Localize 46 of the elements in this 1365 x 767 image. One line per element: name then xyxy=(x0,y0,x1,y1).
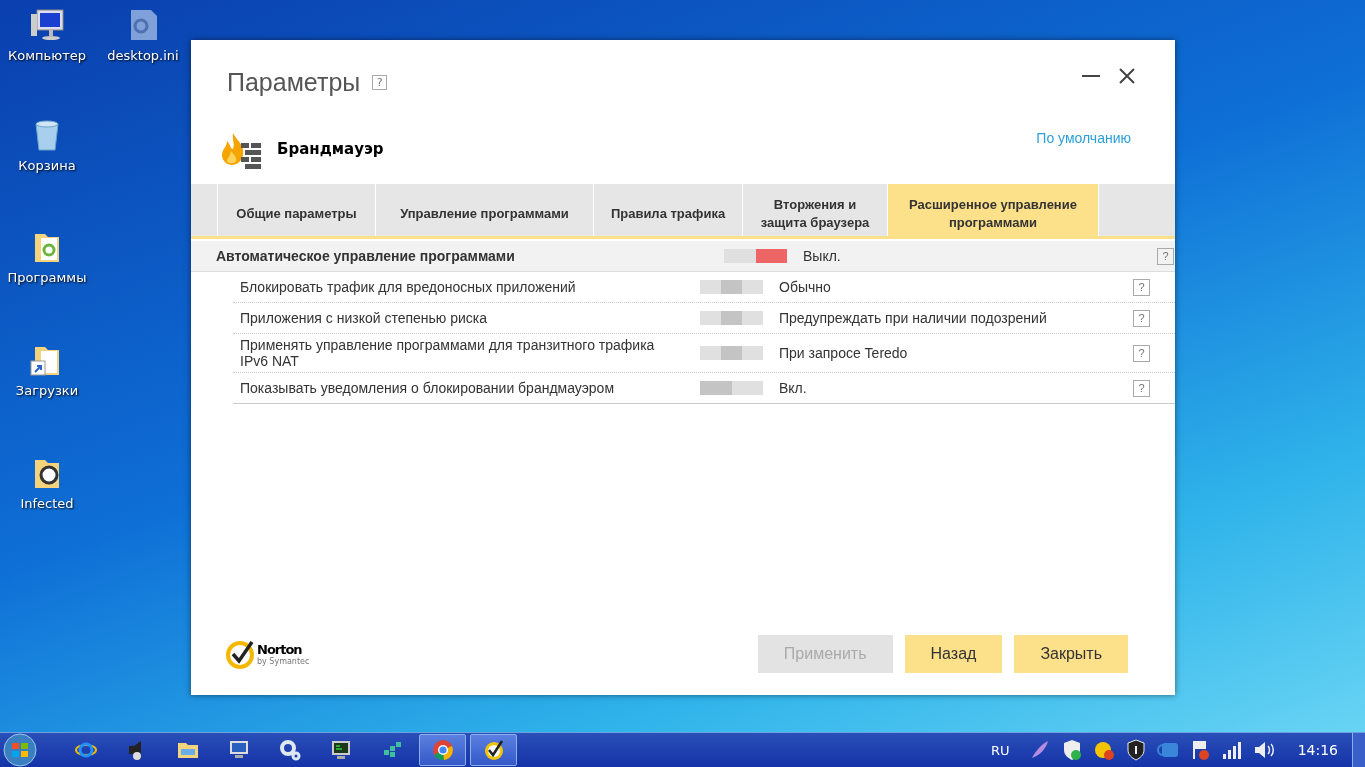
dialog-button[interactable]: Назад xyxy=(904,635,1003,673)
setting-slider[interactable] xyxy=(700,381,763,395)
help-button[interactable]: ? xyxy=(1157,247,1174,265)
window-title: Параметры xyxy=(227,67,361,97)
start-button-icon[interactable] xyxy=(0,733,40,767)
setting-value: Вкл. xyxy=(779,380,808,396)
help-button[interactable]: ? xyxy=(1133,309,1150,327)
chrome-icon xyxy=(430,738,455,762)
setting-label: Автоматическое управление программами xyxy=(216,247,516,266)
checkmark-logo-icon xyxy=(225,639,255,669)
section-title: Брандмауэр xyxy=(277,140,384,158)
setting-slider[interactable] xyxy=(700,311,763,325)
desktop-icon-label[interactable]: Программы xyxy=(7,270,87,285)
desktop-icon-label[interactable]: Корзина xyxy=(18,158,76,173)
setting-slider[interactable] xyxy=(700,346,763,360)
tab[interactable]: Расширенное управление программами xyxy=(888,184,1099,236)
tab[interactable]: Правила трафика xyxy=(594,184,743,236)
show-desktop-button[interactable] xyxy=(1352,733,1365,767)
tab[interactable]: Общие параметры xyxy=(218,184,376,236)
taskbar-button[interactable] xyxy=(470,734,517,766)
help-button[interactable]: ? xyxy=(1133,278,1150,296)
language-indicator[interactable]: RU xyxy=(991,742,1010,758)
desktop-icon-label[interactable]: Infected xyxy=(20,496,74,511)
gears-icon xyxy=(277,738,302,762)
setting-label: Показывать уведомления о блокировании брандмауэром xyxy=(240,379,615,398)
setting-label: Применять управление программами для транзитного трафика IPv6 NAT xyxy=(240,336,656,371)
logo-subtext: by Symantec xyxy=(257,657,310,666)
close-icon[interactable] xyxy=(1117,66,1137,86)
setting-value: Выкл. xyxy=(803,248,842,264)
setting-value: При запросе Teredo xyxy=(779,345,909,361)
dialog-button[interactable]: Закрыть xyxy=(1014,635,1128,673)
help-button[interactable]: ? xyxy=(372,74,388,90)
desktop-icon-label[interactable]: Компьютер xyxy=(8,48,86,63)
setting-label: Приложения с низкой степенью риска xyxy=(240,309,489,328)
help-button[interactable]: ? xyxy=(1133,379,1150,397)
tab[interactable]: Управление программами xyxy=(376,184,594,236)
setting-value: Обычно xyxy=(779,279,832,295)
setting-slider[interactable] xyxy=(700,280,763,294)
setting-value: Предупреждать при наличии подозрений xyxy=(779,310,1048,326)
help-button[interactable]: ? xyxy=(1133,344,1150,362)
logo-text: Norton xyxy=(257,642,303,657)
desktop-icon-label[interactable]: desktop.ini xyxy=(107,48,179,63)
desktop-icon-label[interactable]: Загрузки xyxy=(15,383,79,398)
setting-slider[interactable] xyxy=(724,249,787,263)
setting-label: Блокировать трафик для вредоносных приложений xyxy=(240,278,577,297)
clock[interactable]: 14:16 xyxy=(1297,742,1338,758)
